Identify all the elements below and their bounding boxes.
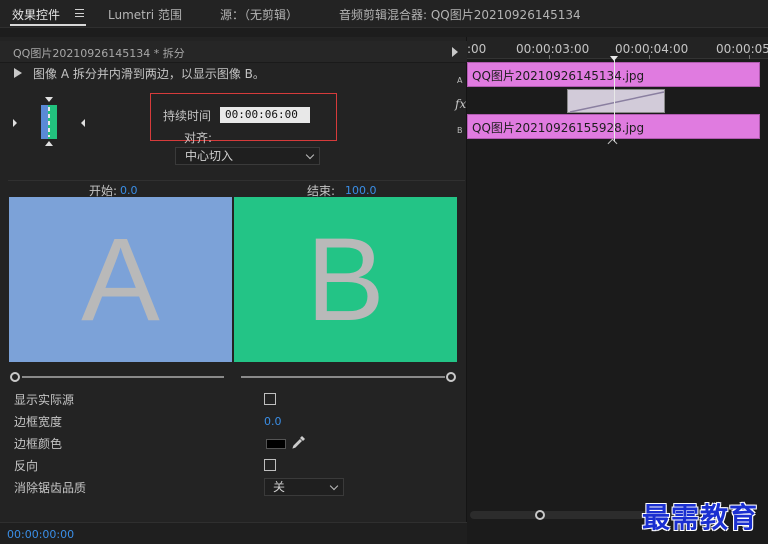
ruler-tick — [749, 55, 750, 59]
tab-lumetri-scopes[interactable]: Lumetri 范围 — [108, 6, 182, 23]
clip-b-name: QQ图片20210926155928.jpg — [472, 121, 645, 135]
ruler-tick — [649, 55, 650, 59]
current-timecode[interactable]: 00:00:00:00 — [7, 528, 74, 541]
reverse-checkbox[interactable] — [264, 459, 276, 471]
track-a-label: A — [457, 76, 463, 85]
timeline-scrollbar[interactable] — [470, 511, 670, 519]
property-row: 反向 — [0, 454, 467, 476]
reverse-label: 反向 — [14, 459, 39, 473]
transition-block[interactable] — [567, 89, 665, 113]
chevron-down-icon — [305, 150, 315, 160]
tab-effect-controls[interactable]: 效果控件 — [12, 6, 60, 23]
alignment-dropdown[interactable]: 中心切入 — [175, 147, 320, 165]
preview-a-letter: A — [81, 214, 160, 346]
start-slider-track[interactable] — [22, 376, 224, 378]
divider — [8, 180, 465, 181]
play-right-icon[interactable] — [452, 47, 458, 57]
tab-audio-clip-mixer[interactable]: 音频剪辑混合器: QQ图片20210926145134 — [339, 6, 581, 23]
active-tab-indicator — [10, 24, 86, 26]
timeline-zoom-handle[interactable] — [535, 510, 545, 520]
border-width-value[interactable]: 0.0 — [264, 415, 282, 428]
ruler-tick — [549, 55, 550, 59]
fx-badge: fx — [455, 97, 467, 111]
preview-image-b: B — [234, 197, 457, 362]
clip-title: QQ图片20210926145134 * 拆分 — [13, 47, 185, 60]
transition-description: 图像 A 拆分并内滑到两边，以显示图像 B。 — [33, 67, 265, 81]
edge-selector-top-icon[interactable] — [45, 97, 53, 102]
panel-menu-icon[interactable] — [75, 9, 84, 17]
playhead-line[interactable] — [614, 60, 615, 142]
start-value[interactable]: 0.0 — [120, 184, 138, 197]
edge-selector-left-icon[interactable] — [13, 119, 17, 127]
end-value[interactable]: 100.0 — [345, 184, 377, 197]
property-row: 显示实际源 — [0, 388, 467, 410]
property-row: 边框颜色 — [0, 432, 467, 454]
transition-diagonal-icon — [569, 91, 665, 113]
property-row: 消除锯齿品质 关 — [0, 476, 467, 498]
preview-b-letter: B — [306, 214, 385, 346]
start-slider-handle[interactable] — [10, 372, 20, 382]
edge-selector-bottom-icon[interactable] — [45, 141, 53, 146]
border-color-swatch[interactable] — [266, 439, 286, 449]
panel-tab-bar: 效果控件 Lumetri 范围 源：（无剪辑） 音频剪辑混合器: QQ图片202… — [0, 0, 768, 28]
effect-controls-panel: QQ图片20210926145134 * 拆分 图像 A 拆分并内滑到两边，以显… — [0, 37, 467, 522]
show-actual-source-label: 显示实际源 — [14, 393, 75, 407]
ruler-label: :00 — [467, 42, 487, 56]
clip-header: QQ图片20210926145134 * 拆分 — [0, 41, 467, 63]
property-row: 边框宽度 0.0 — [0, 410, 467, 432]
edge-selector-right-icon[interactable] — [81, 119, 85, 127]
alignment-label: 对齐: — [184, 131, 213, 145]
anti-aliasing-dropdown[interactable]: 关 — [264, 478, 344, 496]
ruler-label: 00:00:05 — [716, 42, 768, 56]
end-slider-handle[interactable] — [446, 372, 456, 382]
ruler-label: 00:00:03:00 — [516, 42, 590, 56]
border-width-label: 边框宽度 — [14, 415, 63, 429]
status-bar: 00:00:00:00 — [0, 522, 468, 544]
show-actual-source-checkbox[interactable] — [264, 393, 276, 405]
transition-thumbnail — [41, 105, 57, 139]
eyedropper-icon[interactable] — [292, 435, 306, 449]
watermark-logo: 最需教育 — [642, 501, 759, 534]
border-color-label: 边框颜色 — [14, 437, 63, 451]
alignment-value: 中心切入 — [185, 149, 234, 163]
clip-a-name: QQ图片20210926145134.jpg — [472, 69, 645, 83]
play-transition-icon[interactable] — [14, 68, 22, 78]
duration-label: 持续时间 — [163, 109, 212, 123]
track-b-label: B — [457, 126, 463, 135]
anti-aliasing-value: 关 — [273, 480, 286, 494]
preview-image-a: A — [9, 197, 232, 362]
ruler-label: 00:00:04:00 — [615, 42, 689, 56]
tab-source-monitor[interactable]: 源：（无剪辑） — [220, 6, 298, 23]
end-slider-track[interactable] — [241, 376, 445, 378]
anti-aliasing-label: 消除锯齿品质 — [14, 481, 87, 495]
duration-field[interactable]: 00:00:06:00 — [220, 107, 310, 123]
chevron-down-icon — [329, 481, 339, 491]
